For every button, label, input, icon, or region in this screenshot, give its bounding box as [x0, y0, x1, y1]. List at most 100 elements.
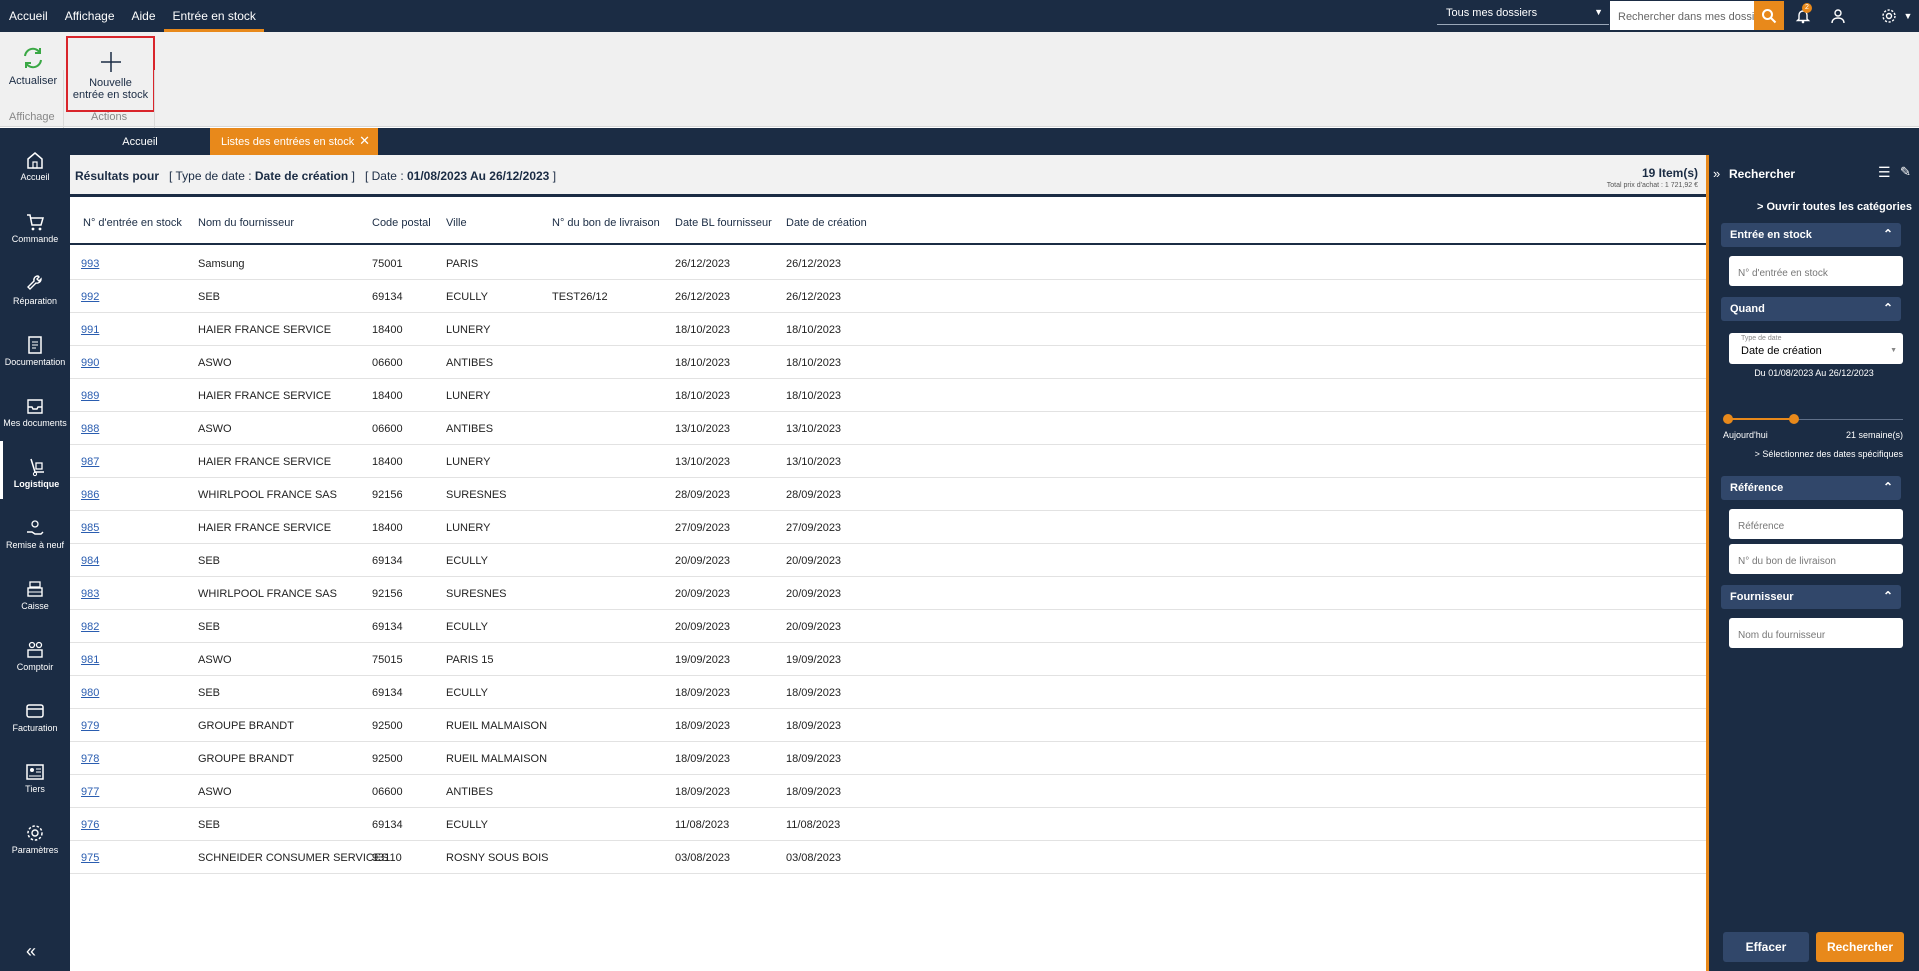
menu-affichage[interactable]: Affichage — [56, 0, 123, 32]
date-slider-end-handle[interactable] — [1789, 414, 1799, 424]
pin-icon[interactable]: ✎ — [1900, 164, 1911, 180]
table-row[interactable]: 983 WHIRLPOOL FRANCE SAS 92156 SURESNES 20/0… — [70, 577, 1706, 610]
entry-number-link[interactable]: 987 — [81, 456, 99, 468]
settings-dropdown[interactable]: ▼ — [1901, 6, 1915, 26]
table-row[interactable]: 985 HAIER FRANCE SERVICE 18400 LUNERY 27/09/… — [70, 511, 1706, 544]
col-header-delivery-note[interactable]: N° du bon de livraison — [552, 217, 660, 229]
refresh-button[interactable]: Actualiser — [6, 46, 60, 87]
table-row[interactable]: 991 HAIER FRANCE SERVICE 18400 LUNERY 18/10/… — [70, 313, 1706, 346]
clear-button[interactable]: Effacer — [1723, 932, 1809, 962]
new-stock-entry-button[interactable]: Nouvelle entrée en stock — [66, 36, 155, 112]
entry-number-link[interactable]: 981 — [81, 654, 99, 666]
table-cell: 03/08/2023 — [675, 852, 731, 864]
table-row[interactable]: 984 SEB 69134 ECULLY 20/09/2023 20/09/2023 — [70, 544, 1706, 577]
sidebar-item-commande[interactable]: Commande — [0, 196, 70, 254]
sidebar-item-logistique[interactable]: Logistique — [0, 441, 70, 499]
entry-number-link[interactable]: 982 — [81, 621, 99, 633]
sidebar-item-mes-documents[interactable]: Mes documents — [0, 380, 70, 438]
menu-accueil[interactable]: Accueil — [0, 0, 56, 32]
sidebar-item-documentation[interactable]: Documentation — [0, 319, 70, 377]
sidebar-item-facturation[interactable]: Facturation — [0, 685, 70, 743]
section-fournisseur[interactable]: Fournisseur ⌃ — [1721, 585, 1901, 609]
entry-number-link[interactable]: 976 — [81, 819, 99, 831]
tab-accueil[interactable]: Accueil — [70, 128, 210, 155]
entry-number-link[interactable]: 975 — [81, 852, 99, 864]
section-entree-en-stock[interactable]: Entrée en stock ⌃ — [1721, 223, 1901, 247]
supplier-name-input[interactable]: Nom du fournisseur — [1729, 618, 1903, 648]
table-row[interactable]: 987 HAIER FRANCE SERVICE 18400 LUNERY 13/10/… — [70, 445, 1706, 478]
sidebar-item-remise-a-neuf[interactable]: Remise à neuf — [0, 502, 70, 560]
table-row[interactable]: 979 GROUPE BRANDT 92500 RUEIL MALMAISON 18/0… — [70, 709, 1706, 742]
user-button[interactable] — [1828, 6, 1848, 26]
search-button[interactable]: Rechercher — [1816, 932, 1904, 962]
entry-number-link[interactable]: 990 — [81, 357, 99, 369]
table-row[interactable]: 982 SEB 69134 ECULLY 20/09/2023 20/09/2023 — [70, 610, 1706, 643]
table-cell: ECULLY — [446, 621, 488, 633]
col-header-bl-date[interactable]: Date BL fournisseur — [675, 217, 772, 229]
col-header-city[interactable]: Ville — [446, 217, 467, 229]
section-reference[interactable]: Référence ⌃ — [1721, 476, 1901, 500]
entry-number-link[interactable]: 992 — [81, 291, 99, 303]
table-row[interactable]: 975 SCHNEIDER CONSUMER SERVICES 93110 ROSNY… — [70, 841, 1706, 874]
table-cell: 18/10/2023 — [675, 357, 731, 369]
entry-number-link[interactable]: 980 — [81, 687, 99, 699]
entry-number-link[interactable]: 988 — [81, 423, 99, 435]
filter-settings-icon[interactable]: ☰ — [1878, 164, 1891, 181]
date-slider-start-handle[interactable] — [1723, 414, 1733, 424]
entry-number-link[interactable]: 984 — [81, 555, 99, 567]
table-row[interactable]: 993 Samsung 75001 PARIS 26/12/2023 26/12/2023 — [70, 247, 1706, 280]
sidebar-item-tiers[interactable]: Tiers — [0, 746, 70, 804]
sidebar-item-label: Accueil — [20, 172, 50, 182]
date-type-value: Date de création — [1741, 345, 1822, 357]
date-type-select[interactable]: Type de date Date de création ▼ — [1729, 333, 1903, 364]
entry-number-link[interactable]: 978 — [81, 753, 99, 765]
reference-input[interactable]: Référence — [1729, 509, 1903, 539]
section-quand[interactable]: Quand ⌃ — [1721, 297, 1901, 321]
entry-number-input[interactable]: N° d'entrée en stock — [1729, 256, 1903, 286]
table-row[interactable]: 978 GROUPE BRANDT 92500 RUEIL MALMAISON 18/0… — [70, 742, 1706, 775]
col-header-entry-number[interactable]: N° d'entrée en stock — [83, 217, 182, 229]
entry-number-link[interactable]: 977 — [81, 786, 99, 798]
entry-number-link[interactable]: 993 — [81, 258, 99, 270]
table-row[interactable]: 986 WHIRLPOOL FRANCE SAS 92156 SURESNES 28/0… — [70, 478, 1706, 511]
entry-number-link[interactable]: 983 — [81, 588, 99, 600]
table-row[interactable]: 981 ASWO 75015 PARIS 15 19/09/2023 19/09/2023 — [70, 643, 1706, 676]
entry-number-link[interactable]: 986 — [81, 489, 99, 501]
table-row[interactable]: 977 ASWO 06600 ANTIBES 18/09/2023 18/09/2023 — [70, 775, 1706, 808]
col-header-postal-code[interactable]: Code postal — [372, 217, 431, 229]
sidebar-item-comptoir[interactable]: Comptoir — [0, 624, 70, 682]
col-header-supplier[interactable]: Nom du fournisseur — [198, 217, 294, 229]
delivery-note-input[interactable]: N° du bon de livraison — [1729, 544, 1903, 574]
global-search-button[interactable] — [1754, 1, 1784, 30]
double-chevron-right-icon[interactable]: » — [1713, 166, 1720, 181]
collapse-sidebar-icon[interactable]: « — [26, 941, 36, 962]
table-row[interactable]: 988 ASWO 06600 ANTIBES 13/10/2023 13/10/2023 — [70, 412, 1706, 445]
open-all-categories-link[interactable]: > Ouvrir toutes les catégories — [1757, 201, 1912, 213]
sidebar-item-caisse[interactable]: Caisse — [0, 563, 70, 621]
entry-number-link[interactable]: 989 — [81, 390, 99, 402]
table-row[interactable]: 980 SEB 69134 ECULLY 18/09/2023 18/09/2023 — [70, 676, 1706, 709]
close-icon[interactable]: ✕ — [359, 133, 370, 149]
settings-button[interactable] — [1879, 6, 1899, 26]
sidebar-item-accueil[interactable]: Accueil — [0, 134, 70, 192]
global-search-input[interactable]: Rechercher dans mes dossiers — [1610, 1, 1754, 30]
entry-number-link[interactable]: 979 — [81, 720, 99, 732]
chevron-down-icon: ▼ — [1890, 347, 1897, 354]
tab-listes-entrees[interactable]: Listes des entrées en stock ✕ — [210, 128, 378, 155]
table-row[interactable]: 992 SEB 69134 ECULLY TEST26/12 26/12/2023 26/1… — [70, 280, 1706, 313]
table-cell: 28/09/2023 — [786, 489, 842, 501]
dossier-select[interactable]: Tous mes dossiers ▼ — [1437, 4, 1609, 25]
menu-aide[interactable]: Aide — [123, 0, 164, 32]
sidebar-item-reparation[interactable]: Réparation — [0, 258, 70, 316]
table-cell: 18/09/2023 — [675, 753, 731, 765]
menu-entree-en-stock[interactable]: Entrée en stock — [163, 0, 264, 32]
entry-number-link[interactable]: 991 — [81, 324, 99, 336]
table-cell: ASWO — [198, 357, 232, 369]
select-specific-dates-link[interactable]: > Sélectionnez des dates spécifiques — [1755, 449, 1903, 459]
table-row[interactable]: 976 SEB 69134 ECULLY 11/08/2023 11/08/2023 — [70, 808, 1706, 841]
entry-number-link[interactable]: 985 — [81, 522, 99, 534]
sidebar-item-parametres[interactable]: Paramètres — [0, 807, 70, 865]
col-header-creation-date[interactable]: Date de création — [786, 217, 867, 229]
table-row[interactable]: 989 HAIER FRANCE SERVICE 18400 LUNERY 18/10/… — [70, 379, 1706, 412]
table-row[interactable]: 990 ASWO 06600 ANTIBES 18/10/2023 18/10/2023 — [70, 346, 1706, 379]
